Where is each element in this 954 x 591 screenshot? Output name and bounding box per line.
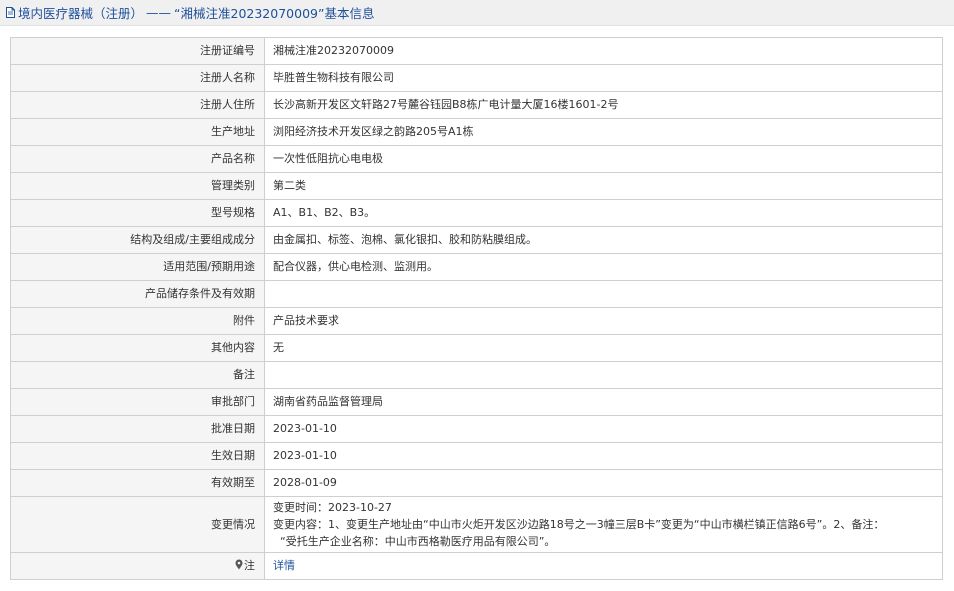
pin-icon	[235, 559, 243, 570]
table-row: 备注	[10, 361, 943, 389]
table-row: 批准日期 2023-01-10	[10, 415, 943, 443]
table-row: 注册人名称 毕胜普生物科技有限公司	[10, 64, 943, 92]
row-label: 注册证编号	[10, 37, 265, 65]
table-row: 有效期至 2028-01-09	[10, 469, 943, 497]
change-row: 变更情况 变更时间：2023-10-27 变更内容：1、变更生产地址由“中山市火…	[10, 496, 943, 553]
row-value	[264, 280, 943, 308]
table-row: 注册人住所 长沙高新开发区文轩路27号麓谷钰园B8栋广电计量大厦16楼1601-…	[10, 91, 943, 119]
table-row: 产品储存条件及有效期	[10, 280, 943, 308]
row-label: 注册人名称	[10, 64, 265, 92]
row-label: 产品名称	[10, 145, 265, 173]
header-separator: ——	[146, 5, 172, 20]
row-value: 无	[264, 334, 943, 362]
detail-table: 注册证编号 湘械注准20232070009 注册人名称 毕胜普生物科技有限公司 …	[10, 37, 943, 580]
table-row: 结构及组成/主要组成成分 由金属扣、标签、泡棉、氯化银扣、胶和防粘膜组成。	[10, 226, 943, 254]
page-header: 境内医疗器械（注册） —— “湘械注准20232070009”基本信息	[0, 0, 954, 26]
row-label: 生效日期	[10, 442, 265, 470]
change-time: 变更时间：2023-10-27	[273, 501, 392, 514]
row-value: 湖南省药品监督管理局	[264, 388, 943, 416]
row-value	[264, 361, 943, 389]
table-row: 附件 产品技术要求	[10, 307, 943, 335]
change-label: 变更情况	[10, 496, 265, 553]
row-label: 结构及组成/主要组成成分	[10, 226, 265, 254]
table-row: 生产地址 浏阳经济技术开发区绿之韵路205号A1栋	[10, 118, 943, 146]
document-icon	[6, 7, 15, 18]
row-value: 2028-01-09	[264, 469, 943, 497]
row-label: 审批部门	[10, 388, 265, 416]
table-row: 其他内容 无	[10, 334, 943, 362]
table-row: 生效日期 2023-01-10	[10, 442, 943, 470]
row-value: 毕胜普生物科技有限公司	[264, 64, 943, 92]
row-value: 一次性低阻抗心电电极	[264, 145, 943, 173]
note-label-cell: 注	[10, 552, 265, 580]
table-row: 管理类别 第二类	[10, 172, 943, 200]
header-record-title: “湘械注准20232070009”基本信息	[174, 6, 375, 21]
note-label: 注	[244, 559, 255, 572]
row-label: 附件	[10, 307, 265, 335]
table-row: 审批部门 湖南省药品监督管理局	[10, 388, 943, 416]
row-value: 2023-01-10	[264, 442, 943, 470]
row-value: A1、B1、B2、B3。	[264, 199, 943, 227]
row-value: 2023-01-10	[264, 415, 943, 443]
row-label: 管理类别	[10, 172, 265, 200]
row-value: 湘械注准20232070009	[264, 37, 943, 65]
row-value: 长沙高新开发区文轩路27号麓谷钰园B8栋广电计量大厦16楼1601-2号	[264, 91, 943, 119]
change-value: 变更时间：2023-10-27 变更内容：1、变更生产地址由“中山市火炬开发区沙…	[264, 496, 943, 553]
table-row: 型号规格 A1、B1、B2、B3。	[10, 199, 943, 227]
row-label: 生产地址	[10, 118, 265, 146]
row-label: 有效期至	[10, 469, 265, 497]
note-row: 注 详情	[10, 552, 943, 580]
row-label: 适用范围/预期用途	[10, 253, 265, 281]
row-value: 产品技术要求	[264, 307, 943, 335]
note-value: 详情	[264, 552, 943, 580]
details-link[interactable]: 详情	[273, 559, 295, 572]
row-label: 产品储存条件及有效期	[10, 280, 265, 308]
table-row: 注册证编号 湘械注准20232070009	[10, 37, 943, 65]
row-value: 由金属扣、标签、泡棉、氯化银扣、胶和防粘膜组成。	[264, 226, 943, 254]
change-content-line1: 变更内容：1、变更生产地址由“中山市火炬开发区沙边路18号之一3幢三层B卡”变更…	[273, 518, 885, 531]
row-label: 备注	[10, 361, 265, 389]
change-content-line2: “受托生产企业名称：中山市西格勒医疗用品有限公司”。	[280, 535, 556, 548]
table-row: 产品名称 一次性低阻抗心电电极	[10, 145, 943, 173]
table-row: 适用范围/预期用途 配合仪器，供心电检测、监测用。	[10, 253, 943, 281]
row-label: 注册人住所	[10, 91, 265, 119]
row-value: 浏阳经济技术开发区绿之韵路205号A1栋	[264, 118, 943, 146]
row-value: 配合仪器，供心电检测、监测用。	[264, 253, 943, 281]
row-label: 批准日期	[10, 415, 265, 443]
row-value: 第二类	[264, 172, 943, 200]
row-label: 其他内容	[10, 334, 265, 362]
row-label: 型号规格	[10, 199, 265, 227]
header-category: 境内医疗器械（注册）	[18, 6, 144, 21]
